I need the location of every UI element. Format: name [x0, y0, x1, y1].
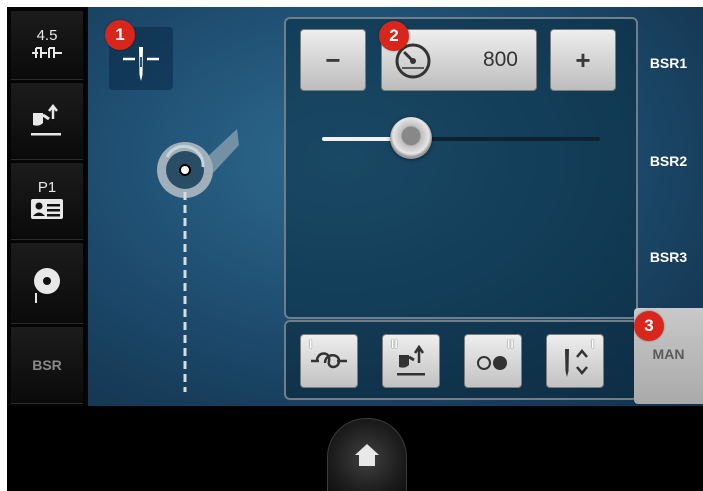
bobbin-icon	[34, 268, 60, 303]
callout-2: 2	[379, 21, 409, 51]
speed-slider[interactable]	[322, 117, 600, 159]
foot-lift-button[interactable]: II	[382, 334, 440, 388]
bsr2-item[interactable]: BSR2	[634, 153, 703, 169]
bobbin-button[interactable]	[11, 243, 83, 324]
foot-lift-icon	[397, 344, 425, 376]
securing-stitch-button[interactable]: I	[300, 334, 358, 388]
presser-foot-button[interactable]	[11, 83, 83, 160]
callout-1: 1	[105, 20, 135, 50]
home-button[interactable]	[327, 418, 407, 491]
stitch-length-value: 4.5	[36, 27, 58, 44]
speed-decrease-button[interactable]: −	[300, 29, 366, 91]
program-button[interactable]: P1	[11, 163, 83, 240]
plus-label: +	[575, 44, 591, 75]
callout-3: 3	[634, 311, 664, 341]
single-stitch-icon	[477, 356, 507, 370]
bsr-label: BSR	[32, 357, 62, 373]
bsr-button[interactable]: BSR	[11, 327, 83, 404]
needle-stop-button[interactable]: I	[546, 334, 604, 388]
stitch-illustration	[157, 129, 239, 392]
speed-slider-knob[interactable]	[389, 117, 432, 159]
home-icon	[355, 444, 379, 466]
needle-stop-icon	[565, 349, 588, 377]
minus-label: −	[325, 44, 341, 75]
single-stitch-button[interactable]: II	[464, 334, 522, 388]
speed-value: 800	[482, 48, 518, 71]
stitch-length-icon	[32, 47, 62, 58]
left-toolbar: 4.5 P1 BSR	[7, 7, 88, 406]
speed-increase-button[interactable]: +	[550, 29, 616, 91]
presser-foot-icon	[31, 103, 61, 136]
man-label: MAN	[652, 346, 685, 362]
device-screen: 4.5 P1 BSR 1 − 800 + 2 I II II I BSR1 BS…	[7, 7, 703, 491]
securing-stitch-icon	[311, 352, 347, 369]
bsr3-item[interactable]: BSR3	[634, 249, 703, 265]
bsr1-item[interactable]: BSR1	[634, 55, 703, 71]
program-card-icon	[31, 199, 63, 219]
program-label: P1	[37, 179, 57, 196]
function-bar: I II II I	[284, 320, 638, 400]
speed-panel: − 800 +	[284, 17, 638, 319]
stitch-length-button[interactable]: 4.5	[11, 11, 83, 80]
main-display: 4.5 P1 BSR 1 − 800 + 2 I II II I BSR1 BS…	[7, 7, 703, 406]
